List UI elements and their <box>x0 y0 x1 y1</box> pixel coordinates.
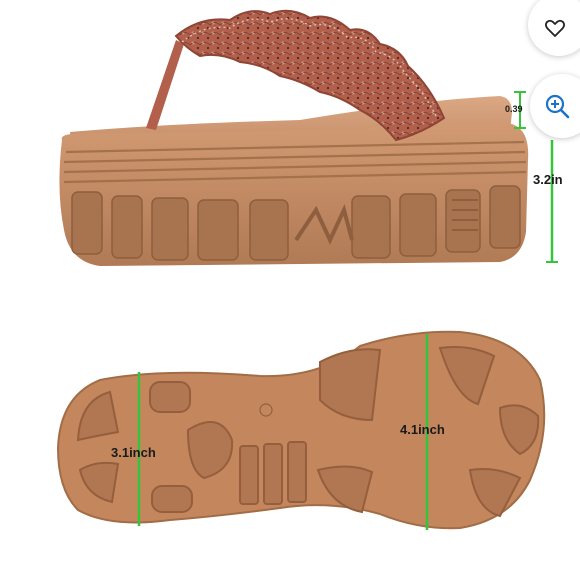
sole-heel-width-label: 3.1inch <box>111 445 156 460</box>
sandal-illustration <box>56 9 558 530</box>
zoom-in-icon <box>545 94 570 119</box>
side-height-small-label: 0.39 <box>505 104 523 114</box>
product-image <box>0 0 580 580</box>
outsole-view <box>56 330 546 530</box>
side-view-sandal <box>59 9 529 266</box>
side-total-height-label: 3.2in <box>533 172 563 187</box>
thong-strap <box>146 40 184 130</box>
heart-icon <box>544 19 566 37</box>
sole-forefoot-width-label: 4.1inch <box>400 422 445 437</box>
